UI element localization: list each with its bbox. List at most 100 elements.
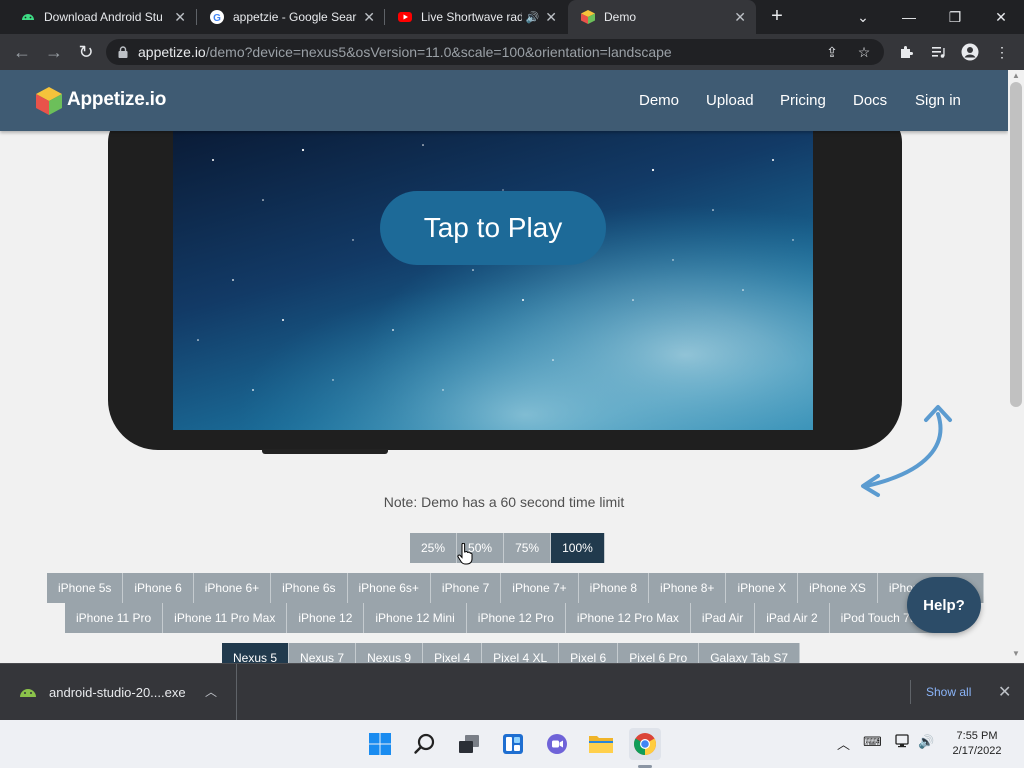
restore-button[interactable]: ❐ [932,0,978,34]
keyboard-icon[interactable]: ⌨ [863,734,882,750]
tab-google-search[interactable]: G appetzie - Google Sear ✕ [197,0,385,34]
device-iphone-11-pro[interactable]: iPhone 11 Pro [65,603,164,633]
nav-pricing[interactable]: Pricing [780,92,826,109]
help-button[interactable]: Help? [907,577,981,633]
scroll-down-arrow-icon[interactable]: ▼ [1012,650,1020,658]
device-iphone-8[interactable]: iPhone 8 [578,573,650,603]
scroll-up-arrow-icon[interactable]: ▲ [1012,72,1020,80]
task-view-icon[interactable] [453,728,485,760]
browser-toolbar: ← → ↻ appetize.io/demo?device=nexus5&osV… [0,34,1024,70]
device-iphone-6s[interactable]: iPhone 6s [271,573,348,603]
teams-chat-icon[interactable] [541,728,573,760]
nav-demo[interactable]: Demo [639,92,679,109]
system-clock[interactable]: 7:55 PM 2/17/2022 [944,729,1010,759]
ios-device-row-1: iPhone 5s iPhone 6 iPhone 6+ iPhone 6s i… [47,573,984,603]
windows-start-icon[interactable] [364,728,396,760]
device-iphone-12-pro[interactable]: iPhone 12 Pro [466,603,566,633]
device-pixel-6-pro[interactable]: Pixel 6 Pro [618,643,700,663]
appetize-logo-icon[interactable] [34,86,64,116]
browser-menu-icon[interactable]: ⋮ [991,42,1013,62]
tap-to-play-button[interactable]: Tap to Play [380,191,606,265]
back-button[interactable]: ← [10,40,34,64]
nav-upload[interactable]: Upload [706,92,754,109]
close-tab-icon[interactable]: ✕ [545,9,557,26]
device-iphone-12-mini[interactable]: iPhone 12 Mini [364,603,467,633]
download-file-name: android-studio-20....exe [49,685,186,700]
device-pixel-4[interactable]: Pixel 4 [423,643,483,663]
device-iphone-11-pro-max[interactable]: iPhone 11 Pro Max [163,603,288,633]
device-ipad-air[interactable]: iPad Air [690,603,756,633]
device-pixel-6[interactable]: Pixel 6 [559,643,619,663]
share-icon[interactable]: ⇪ [824,44,840,60]
new-tab-button[interactable]: + [766,6,788,28]
device-iphone-7-plus[interactable]: iPhone 7+ [501,573,579,603]
device-nexus-5[interactable]: Nexus 5 [222,643,290,663]
close-tab-icon[interactable]: ✕ [734,9,746,26]
close-tab-icon[interactable]: ✕ [363,9,375,26]
tab-title: Download Android Stu [44,10,163,24]
page-scrollbar[interactable]: ▲ ▼ [1008,70,1024,663]
bookmark-star-icon[interactable]: ☆ [856,44,872,60]
device-iphone-6[interactable]: iPhone 6 [123,573,194,603]
widgets-icon[interactable] [497,728,529,760]
clock-time: 7:55 PM [956,730,998,742]
nav-sign-in[interactable]: Sign in [915,92,961,109]
device-iphone-xs[interactable]: iPhone XS [798,573,878,603]
tab-title: Live Shortwave rad [421,10,522,24]
reload-button[interactable]: ↻ [74,40,98,64]
forward-button[interactable]: → [42,40,66,64]
ios-device-row-2: iPhone 11 Pro iPhone 11 Pro Max iPhone 1… [65,603,958,633]
scale-25-button[interactable]: 25% [410,533,458,563]
chevron-up-icon[interactable]: ︿ [205,683,217,700]
close-window-button[interactable]: ✕ [978,0,1024,34]
show-all-downloads-link[interactable]: Show all [926,685,971,699]
close-tab-icon[interactable]: ✕ [174,9,186,26]
device-iphone-x[interactable]: iPhone X [726,573,799,603]
scale-100-button[interactable]: 100% [551,533,605,563]
brand-name[interactable]: Appetize.io [67,89,166,111]
svg-text:G: G [213,13,221,24]
device-iphone-6s-plus[interactable]: iPhone 6s+ [347,573,431,603]
device-iphone-12[interactable]: iPhone 12 [287,603,365,633]
device-iphone-5s[interactable]: iPhone 5s [47,573,124,603]
device-nexus-7[interactable]: Nexus 7 [289,643,357,663]
address-bar[interactable]: appetize.io/demo?device=nexus5&osVersion… [106,39,884,65]
lock-icon [116,45,130,59]
device-galaxy-tab-s7[interactable]: Galaxy Tab S7 [699,643,801,663]
scale-75-button[interactable]: 75% [504,533,552,563]
device-pixel-4-xl[interactable]: Pixel 4 XL [482,643,560,663]
file-explorer-icon[interactable] [585,728,617,760]
tab-youtube[interactable]: Live Shortwave rad 🔊 ✕ [385,0,567,34]
tab-title: Demo [604,10,637,24]
audio-playing-icon[interactable]: 🔊 [526,11,540,24]
tab-demo[interactable]: Demo ✕ [568,0,756,34]
android-icon [20,9,36,25]
url-path: /demo?device=nexus5&osVersion=11.0&scale… [205,44,672,60]
close-download-bar-icon[interactable]: ✕ [998,682,1011,702]
show-hidden-icons-chevron-icon[interactable]: ︿ [837,734,850,753]
network-icon[interactable] [895,734,911,751]
device-nexus-9[interactable]: Nexus 9 [356,643,424,663]
appetize-cube-icon [580,9,596,25]
tab-title: appetzie - Google Sear [233,10,357,24]
nav-docs[interactable]: Docs [853,92,887,109]
minimize-button[interactable]: — [886,0,932,34]
download-item[interactable]: android-studio-20....exe ︿ [0,664,237,720]
device-iphone-7[interactable]: iPhone 7 [430,573,502,603]
tab-android-studio[interactable]: Download Android Stu ✕ [8,0,196,34]
device-ipad-air-2[interactable]: iPad Air 2 [755,603,830,633]
time-limit-note: Note: Demo has a 60 second time limit [383,494,625,510]
scrollbar-thumb[interactable] [1010,82,1022,407]
extensions-puzzle-icon[interactable] [895,42,917,62]
chrome-icon[interactable] [629,728,661,760]
profile-avatar-icon[interactable] [959,42,981,62]
device-iphone-12-pro-max[interactable]: iPhone 12 Pro Max [565,603,691,633]
search-icon[interactable] [409,728,441,760]
rotate-device-icon[interactable] [856,400,960,500]
volume-icon[interactable]: 🔊 [918,734,934,750]
tab-search-chevron-icon[interactable]: ⌄ [840,0,886,34]
device-iphone-6-plus[interactable]: iPhone 6+ [193,573,272,603]
device-screen[interactable]: Tap to Play [173,130,813,430]
media-control-icon[interactable] [927,42,949,62]
device-iphone-8-plus[interactable]: iPhone 8+ [649,573,727,603]
